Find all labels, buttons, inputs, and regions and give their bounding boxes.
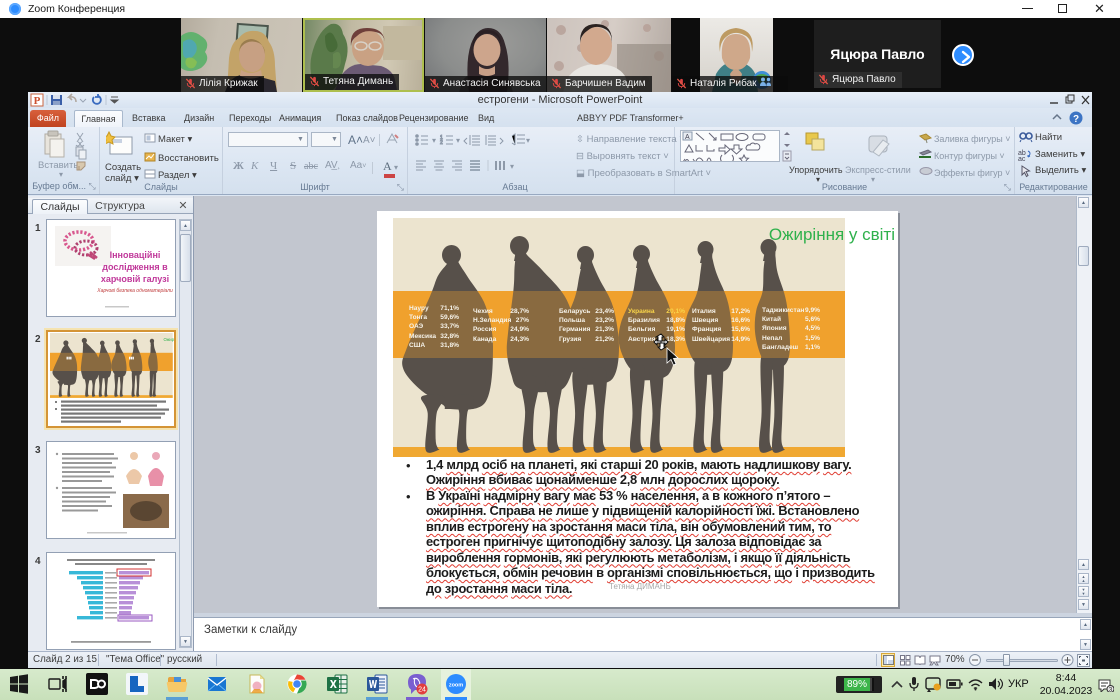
svg-text:zoom: zoom — [449, 683, 463, 689]
svg-text:харчовій галузі: харчовій галузі — [101, 274, 169, 284]
svg-text:Інноваційні: Інноваційні — [110, 250, 161, 260]
svg-text:ac: ac — [1018, 156, 1026, 161]
svg-text:▾: ▾ — [526, 136, 530, 145]
svg-text:A: A — [685, 134, 690, 141]
svg-text:▾: ▾ — [510, 162, 514, 171]
svg-text:Ожиріння у світі: Ожиріння у світі — [163, 337, 174, 342]
svg-text:Харчові безпека одноматеріали: Харчові безпека одноматеріали — [96, 288, 173, 294]
svg-text:24: 24 — [418, 687, 426, 694]
svg-text:▮▮▮: ▮▮▮ — [66, 356, 72, 360]
svg-text:2: 2 — [440, 140, 443, 146]
svg-text:дослідження в: дослідження в — [102, 262, 168, 272]
svg-text:?: ? — [1073, 114, 1079, 125]
svg-text:▾: ▾ — [456, 136, 460, 145]
svg-text:▾: ▾ — [432, 136, 436, 145]
svg-text:▮▮▮: ▮▮▮ — [129, 356, 135, 360]
